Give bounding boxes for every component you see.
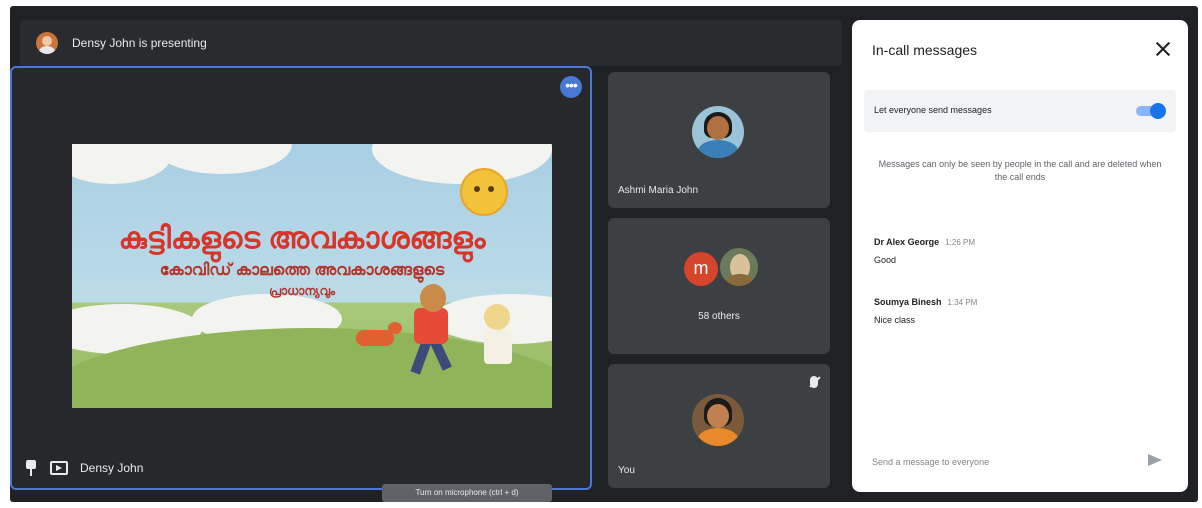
- mic-off-icon: [810, 376, 818, 388]
- message-sender: Dr Alex George: [874, 237, 940, 247]
- microphone-tooltip: Turn on microphone (ctrl + d): [382, 484, 552, 502]
- main-presentation-tile[interactable]: ••• കുട്ടികളുടെ അവകാശങ്ങളും കോവിഡ് കാലത്…: [10, 66, 592, 490]
- dog-illustration: [356, 322, 402, 346]
- compose-area: [872, 452, 1168, 470]
- girl-illustration: [484, 304, 510, 330]
- participant-tile-ashmi[interactable]: Ashmi Maria John: [608, 72, 830, 208]
- message-time: 1:34 PM: [947, 298, 978, 307]
- message-text: Nice class: [874, 315, 916, 325]
- message-sender: Soumya Binesh: [874, 297, 942, 307]
- send-messages-toggle[interactable]: [1136, 103, 1166, 119]
- presented-slide: കുട്ടികളുടെ അവകാശങ്ങളും കോവിഡ് കാലത്തെ അ…: [72, 144, 552, 408]
- participant-name: You: [618, 465, 635, 476]
- avatar: [692, 106, 744, 158]
- presenter-name: Densy John: [80, 461, 144, 475]
- cloud-shape: [152, 144, 292, 174]
- slide-subtitle: കോവിഡ് കാലത്തെ അവകാശങ്ങളുടെ: [159, 262, 445, 279]
- participant-name: 58 others: [698, 311, 740, 322]
- message-time: 1:26 PM: [945, 238, 975, 247]
- presenting-bar: Densy John is presenting: [20, 20, 842, 66]
- present-screen-icon[interactable]: [50, 461, 68, 475]
- pin-icon[interactable]: [24, 460, 38, 476]
- participant-tile-others[interactable]: 58 others: [608, 218, 830, 354]
- boy-illustration: [414, 308, 448, 344]
- chat-info-text: Messages can only be seen by people in t…: [878, 159, 1162, 182]
- avatar: [692, 394, 744, 446]
- main-tile-footer: Densy John: [24, 460, 143, 476]
- chat-panel: In-call messages Let everyone send messa…: [852, 20, 1188, 492]
- slide-title: കുട്ടികളുടെ അവകാശങ്ങളും: [118, 222, 486, 255]
- send-icon[interactable]: [1148, 454, 1162, 466]
- presenter-avatar: [36, 32, 58, 54]
- presenting-text: Densy John is presenting: [72, 36, 207, 50]
- sun-illustration: [460, 168, 508, 216]
- send-messages-setting: Let everyone send messages: [864, 90, 1176, 132]
- more-options-icon[interactable]: •••: [560, 76, 582, 98]
- toggle-label: Let everyone send messages: [874, 105, 992, 115]
- toggle-thumb: [1150, 103, 1166, 119]
- chat-message: Dr Alex George 1:26 PM Good: [874, 232, 1174, 265]
- message-input[interactable]: [872, 457, 1122, 467]
- close-icon[interactable]: [1156, 42, 1170, 56]
- participant-name: Ashmi Maria John: [618, 185, 699, 196]
- participant-tile-you[interactable]: You: [608, 364, 830, 488]
- girl-illustration: [484, 328, 512, 364]
- panel-title: In-call messages: [872, 42, 978, 58]
- avatar: m: [684, 252, 718, 286]
- chat-message: Soumya Binesh 1:34 PM Nice class: [874, 292, 1174, 325]
- cloud-shape: [372, 144, 552, 184]
- boy-illustration: [420, 284, 446, 312]
- avatar: [718, 246, 760, 288]
- message-text: Good: [874, 255, 897, 265]
